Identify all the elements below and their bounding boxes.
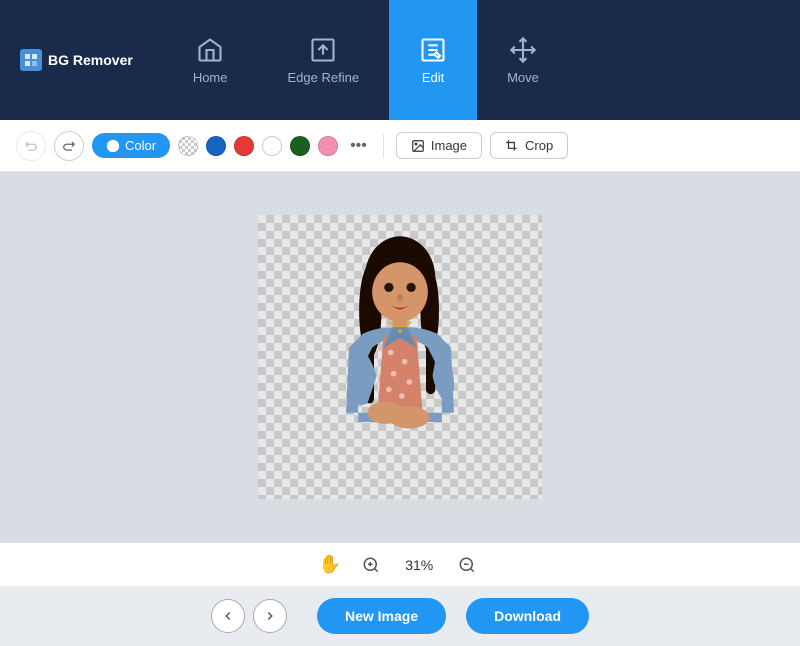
- color-swatch-white[interactable]: [262, 136, 282, 156]
- app-title: BG Remover: [20, 49, 133, 71]
- image-canvas: [258, 215, 542, 499]
- color-swatch-dark-green[interactable]: [290, 136, 310, 156]
- new-image-button[interactable]: New Image: [317, 598, 446, 634]
- crop-button[interactable]: Crop: [490, 132, 568, 159]
- nav-item-edit[interactable]: Edit: [389, 0, 477, 120]
- more-colors-button[interactable]: •••: [346, 135, 371, 157]
- undo-button[interactable]: [16, 131, 46, 161]
- next-button[interactable]: [253, 599, 287, 633]
- nav-item-home[interactable]: Home: [163, 0, 258, 120]
- zoom-in-button[interactable]: [357, 551, 385, 579]
- hand-cursor-icon: ✋: [319, 554, 341, 575]
- nav-item-move[interactable]: Move: [477, 0, 569, 120]
- color-swatch-blue[interactable]: [206, 136, 226, 156]
- nav-items: Home Edge Refine Edit Move: [163, 0, 569, 120]
- canvas-area: [0, 172, 800, 542]
- redo-button[interactable]: [54, 131, 84, 161]
- color-swatch-red[interactable]: [234, 136, 254, 156]
- zoom-out-button[interactable]: [453, 551, 481, 579]
- action-bar: New Image Download: [0, 586, 800, 646]
- status-bar: ✋ 31%: [0, 542, 800, 586]
- download-button[interactable]: Download: [466, 598, 589, 634]
- subject-image: [310, 227, 490, 487]
- color-swatch-pink[interactable]: [318, 136, 338, 156]
- zoom-level: 31%: [401, 557, 437, 573]
- nav-arrows: [211, 599, 287, 633]
- image-button[interactable]: Image: [396, 132, 482, 159]
- color-button[interactable]: Color: [92, 133, 170, 158]
- color-swatch-transparent[interactable]: [178, 136, 198, 156]
- prev-button[interactable]: [211, 599, 245, 633]
- nav-item-edge-refine[interactable]: Edge Refine: [258, 0, 390, 120]
- app-icon: [20, 49, 42, 71]
- toolbar: Color ••• Image Crop: [0, 120, 800, 172]
- toolbar-divider: [383, 134, 384, 158]
- nav-bar: BG Remover Home Edge Refine: [0, 0, 800, 120]
